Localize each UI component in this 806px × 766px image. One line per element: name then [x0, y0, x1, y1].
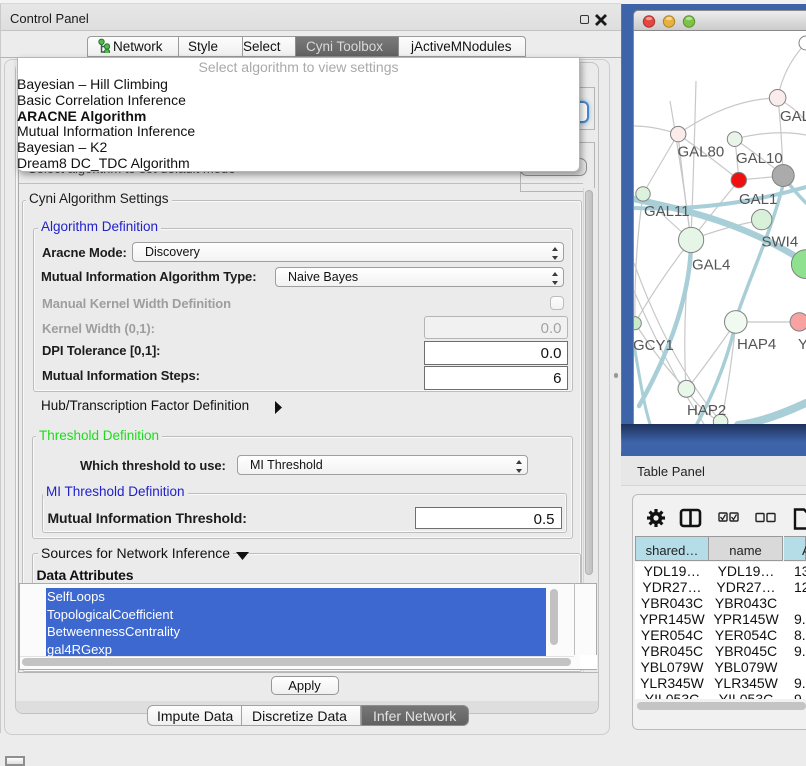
svg-text:GAL4: GAL4 [692, 257, 730, 274]
svg-text:HAP2: HAP2 [687, 402, 726, 419]
svg-text:Y: Y [798, 336, 806, 353]
svg-text:GAL80: GAL80 [678, 144, 725, 161]
svg-text:GAL10: GAL10 [736, 150, 783, 167]
svg-text:GCY1: GCY1 [634, 337, 674, 354]
svg-text:SWI4: SWI4 [762, 234, 799, 251]
svg-text:HAP4: HAP4 [737, 336, 776, 353]
svg-text:GAL1: GAL1 [739, 191, 777, 208]
svg-text:GAL7: GAL7 [780, 108, 806, 125]
svg-text:GAL11: GAL11 [644, 203, 690, 220]
